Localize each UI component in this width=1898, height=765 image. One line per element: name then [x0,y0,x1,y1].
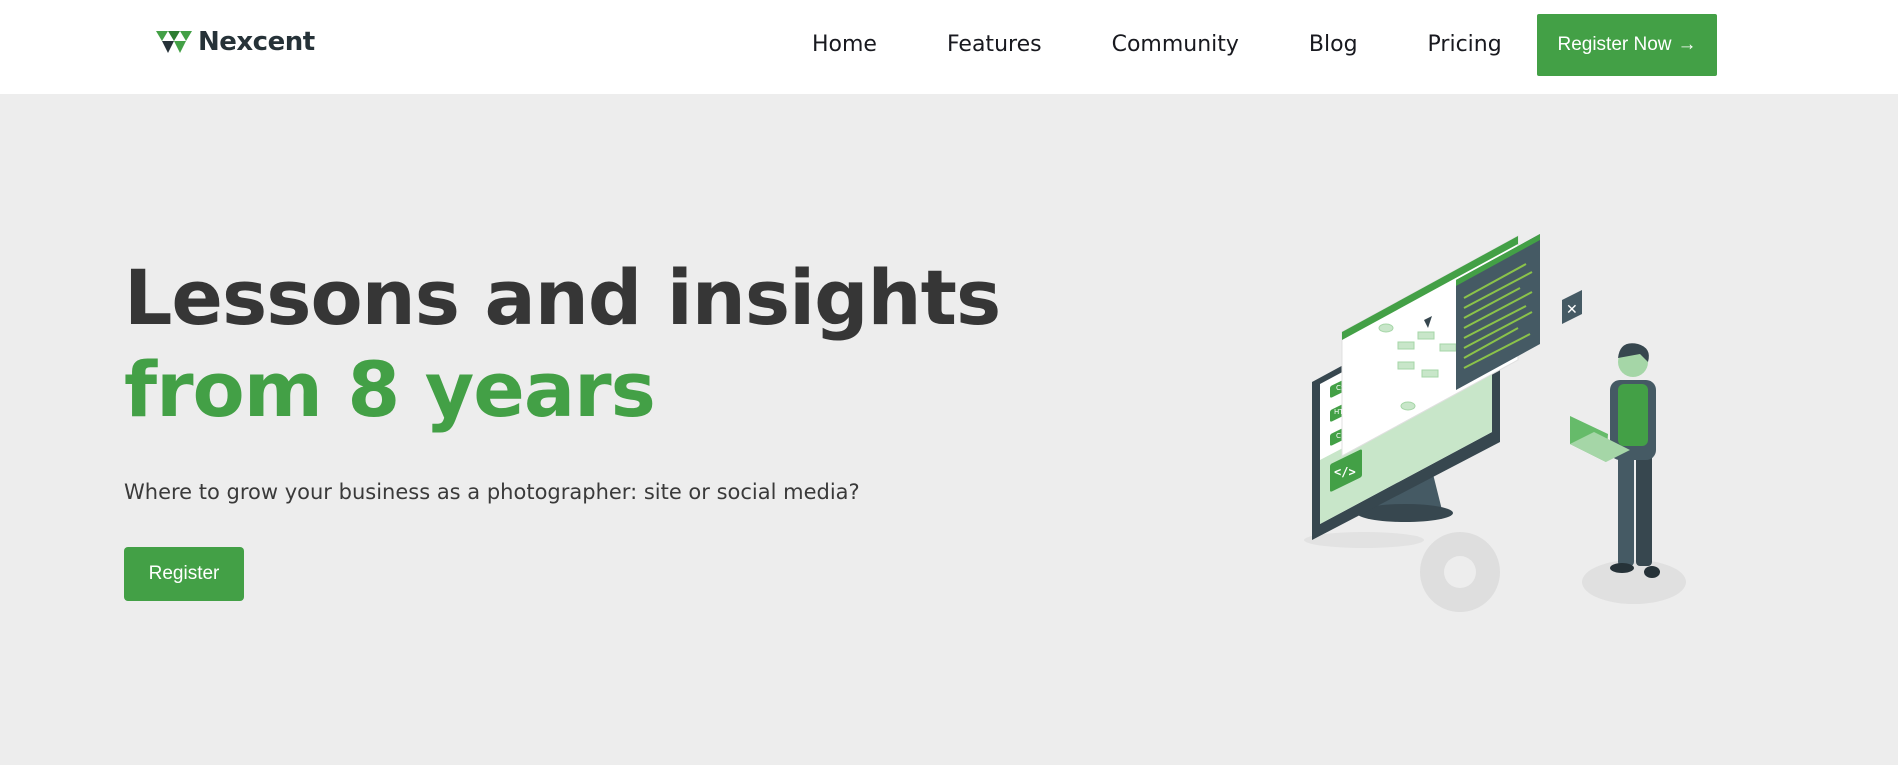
person-shadow [1582,560,1686,604]
developer-illustration: CSS HTML C++ </> [1304,234,1686,612]
main-nav: Home Features Community Blog Pricing [812,0,1502,88]
nexcent-logo-icon [156,31,192,53]
brand-logo[interactable]: Nexcent [156,26,315,58]
nav-link-features[interactable]: Features [947,32,1042,57]
register-button[interactable]: Register [124,547,244,601]
svg-text:✕: ✕ [1566,302,1578,318]
register-now-label: Register Now [1557,34,1672,55]
nav-link-home[interactable]: Home [812,32,877,57]
gear-icon [1420,532,1500,612]
nav-link-community[interactable]: Community [1112,32,1239,57]
hero-subtitle: Where to grow your business as a photogr… [124,480,860,504]
nav-link-pricing[interactable]: Pricing [1428,32,1502,57]
brand-name: Nexcent [198,27,315,57]
hero-title: Lessons and insights from 8 years [124,252,1001,436]
svg-text:</>: </> [1334,465,1356,479]
nav-link-blog[interactable]: Blog [1309,32,1358,57]
top-navbar: Nexcent Home Features Community Blog Pri… [0,0,1898,94]
arrow-right-icon: → [1677,34,1697,55]
hero-title-line1: Lessons and insights [124,253,1001,342]
register-now-button[interactable]: Register Now → [1537,14,1717,76]
close-icon: ✕ [1562,290,1582,324]
person-figure [1610,343,1660,578]
hero-title-line2: from 8 years [124,345,656,434]
